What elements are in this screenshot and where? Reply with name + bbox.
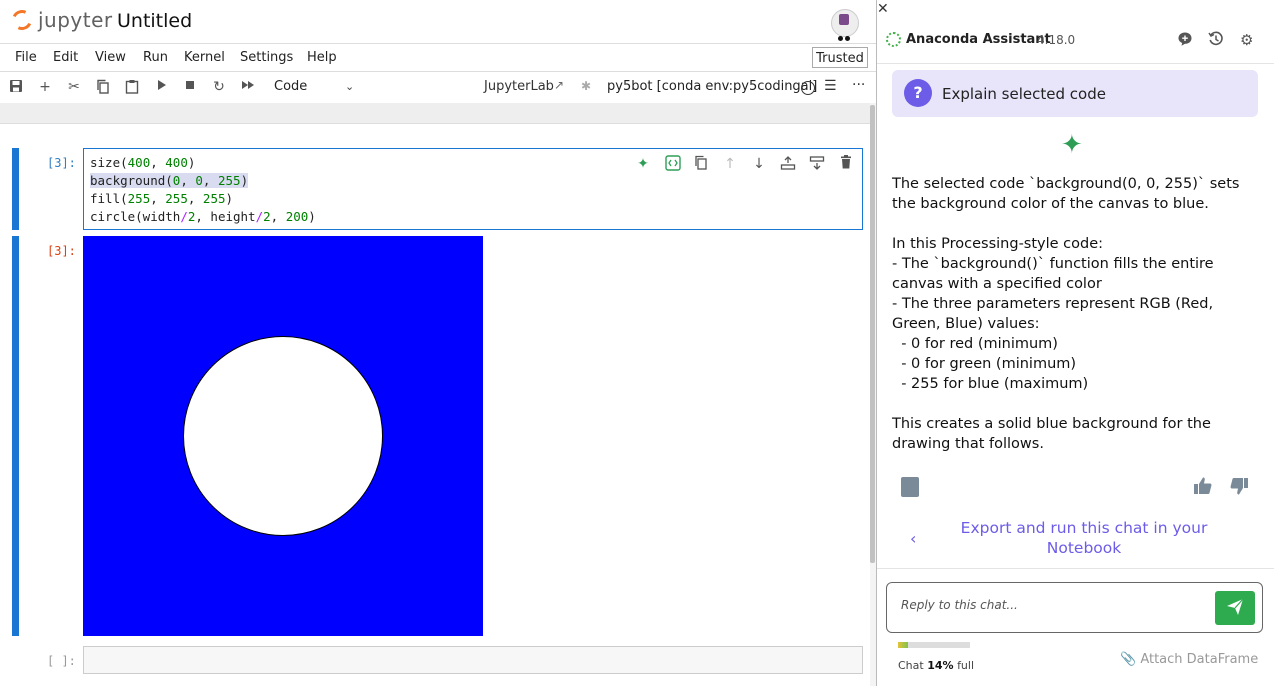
response-line: - 0 for red (minimum) <box>892 336 1058 352</box>
insert-below-icon[interactable] <box>808 155 826 173</box>
menu-run[interactable]: Run <box>143 50 168 65</box>
chevron-left-icon[interactable]: ‹ <box>910 529 916 548</box>
code-line-1: size(400, 400) <box>90 155 196 170</box>
question-icon: ? <box>904 79 932 107</box>
jupyter-logo-text: jupyter <box>38 8 113 32</box>
notebook-pane: jupyter Untitled File Edit View Run Kern… <box>0 0 877 686</box>
thumbs-down-icon[interactable] <box>1229 476 1249 501</box>
cut-icon[interactable]: ✂ <box>66 79 82 95</box>
sketch-output-canvas <box>83 236 483 636</box>
assistant-title: Anaconda Assistant <box>906 32 1051 47</box>
stop-icon[interactable] <box>182 79 198 95</box>
empty-cell-prompt: [ ]: <box>47 654 76 668</box>
chat-usage-label: Chat 14% full <box>898 659 975 672</box>
input-prompt: [3]: <box>47 156 76 170</box>
insert-above-icon[interactable] <box>779 155 797 173</box>
response-line: the background color of the canvas to bl… <box>892 196 1209 212</box>
code-cell-editor[interactable]: size(400, 400) background(0, 0, 255) fil… <box>83 148 863 230</box>
header-divider <box>877 63 1274 64</box>
notebook-title[interactable]: Untitled <box>117 10 192 32</box>
run-icon[interactable] <box>153 79 169 95</box>
add-to-notebook-icon[interactable] <box>901 477 919 497</box>
anaconda-logo-icon <box>886 32 901 47</box>
notebook-scrollbar-thumb[interactable] <box>870 105 875 563</box>
move-down-icon[interactable]: ↓ <box>750 155 768 173</box>
paperclip-icon: 📎 <box>1120 652 1137 667</box>
response-line: - The `background()` function fills the … <box>892 256 1214 272</box>
restart-icon[interactable]: ↻ <box>211 79 227 95</box>
chat-usage-track <box>898 642 970 648</box>
notebook-header: jupyter Untitled <box>0 0 876 44</box>
gear-icon[interactable]: ⚙ <box>1240 31 1253 49</box>
menu-view[interactable]: View <box>95 50 126 65</box>
new-chat-icon[interactable] <box>1177 31 1193 51</box>
kernel-avatar-icon[interactable] <box>831 9 859 41</box>
trusted-indicator[interactable]: Trusted <box>812 47 868 68</box>
close-icon[interactable]: ✕ <box>877 1 889 17</box>
output-prompt: [3]: <box>47 244 76 258</box>
paste-icon[interactable] <box>124 79 140 95</box>
response-line: In this Processing-style code: <box>892 236 1104 252</box>
save-icon[interactable] <box>8 79 24 95</box>
delete-cell-icon[interactable] <box>837 155 855 173</box>
user-prompt-text: Explain selected code <box>942 85 1106 103</box>
export-chat-link[interactable]: Export and run this chat in your Noteboo… <box>950 518 1218 558</box>
cell-type-select[interactable]: Code <box>274 79 307 94</box>
response-line: - The three parameters represent RGB (Re… <box>892 296 1214 312</box>
kernel-name[interactable]: py5bot [conda env:py5codingai] <box>607 79 817 94</box>
menu-help[interactable]: Help <box>307 50 337 65</box>
chat-usage-fill <box>898 642 908 648</box>
notebook-top-strip <box>0 103 870 124</box>
history-icon[interactable] <box>1208 31 1224 51</box>
add-cell-icon[interactable]: + <box>37 79 53 95</box>
send-button[interactable] <box>1215 591 1255 625</box>
assistant-version: 4.18.0 <box>1037 33 1076 47</box>
move-up-icon[interactable]: ↑ <box>721 155 739 173</box>
code-line-3: fill(255, 255, 255) <box>90 191 234 206</box>
kernel-status-icon <box>801 81 815 95</box>
copy-icon[interactable] <box>95 79 111 95</box>
duplicate-cell-icon[interactable] <box>692 155 710 173</box>
output-circle <box>183 336 383 536</box>
menu-bar: File Edit View Run Kernel Settings Help <box>0 44 876 72</box>
code-line-4: circle(width/2, height/2, 200) <box>90 209 316 224</box>
ai-sparkle-icon[interactable]: ✦ <box>634 155 652 173</box>
menu-icon[interactable]: ☰ <box>824 78 837 94</box>
menu-kernel[interactable]: Kernel <box>184 50 225 65</box>
menu-file[interactable]: File <box>15 50 37 65</box>
reply-input[interactable] <box>899 597 1203 613</box>
chevron-down-icon[interactable]: ⌄ <box>345 80 354 93</box>
fast-forward-icon[interactable] <box>240 79 256 95</box>
assistant-response: The selected code `background(0, 0, 255)… <box>892 174 1240 474</box>
notebook-toolbar: + ✂ ↻ Code ⌄ JupyterLab ↗ ✱ py5bot [cond… <box>0 72 876 104</box>
response-line: This creates a solid blue background for… <box>892 416 1211 432</box>
send-icon <box>1226 597 1244 621</box>
response-line: - 255 for blue (maximum) <box>892 376 1089 392</box>
code-line-2: background(0, 0, 255) <box>90 173 249 188</box>
response-line: The selected code `background(0, 0, 255)… <box>892 176 1240 192</box>
external-link-icon: ↗ <box>554 78 565 92</box>
attach-dataframe-button[interactable]: 📎 Attach DataFrame <box>1120 652 1258 667</box>
jupyter-logo-icon <box>9 7 35 33</box>
composer-divider <box>877 568 1274 569</box>
jupyterlab-link[interactable]: JupyterLab <box>484 79 554 94</box>
cell-collapser[interactable] <box>12 148 19 230</box>
debugger-icon[interactable]: ✱ <box>581 79 591 93</box>
menu-edit[interactable]: Edit <box>53 50 78 65</box>
output-collapser[interactable] <box>12 236 19 636</box>
more-icon[interactable]: ··· <box>852 77 865 93</box>
empty-code-cell[interactable] <box>83 646 863 674</box>
assistant-sparkle-icon: ✦ <box>1061 130 1083 160</box>
reply-composer <box>886 582 1263 633</box>
menu-settings[interactable]: Settings <box>240 50 293 65</box>
response-line: canvas with a specified color <box>892 276 1102 292</box>
code-format-icon[interactable] <box>664 155 682 173</box>
response-line: drawing that follows. <box>892 436 1044 452</box>
response-line: Green, Blue) values: <box>892 316 1040 332</box>
thumbs-up-icon[interactable] <box>1193 476 1213 501</box>
response-line: - 0 for green (minimum) <box>892 356 1077 372</box>
